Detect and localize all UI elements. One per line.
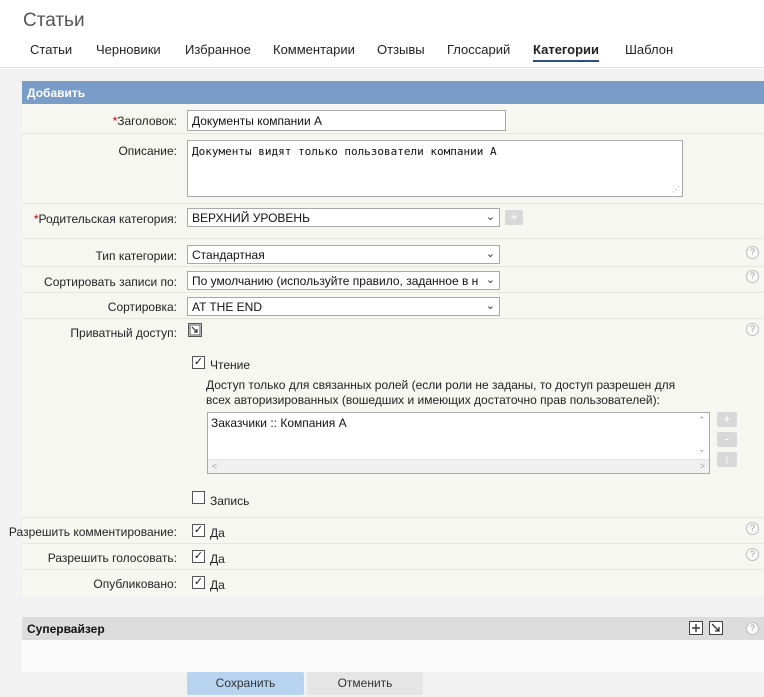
read-label: Чтение: [210, 358, 251, 372]
help-icon[interactable]: ?: [746, 548, 759, 561]
tab-reviews[interactable]: Отзывы: [377, 42, 425, 57]
move-down-button[interactable]: ↓: [717, 452, 737, 467]
parent-category-select[interactable]: ВЕРХНИЙ УРОВЕНЬ ⌄: [187, 208, 500, 227]
description-textarea[interactable]: Документы видят только пользователи комп…: [187, 140, 683, 197]
row-divider: [22, 266, 764, 267]
page-header: Статьи Статьи Черновики Избранное Коммен…: [0, 0, 764, 68]
role-item[interactable]: Заказчики :: Компания А: [211, 416, 347, 430]
horizontal-scrollbar[interactable]: < >: [208, 459, 709, 473]
description-text: Документы видят только пользователи комп…: [192, 145, 497, 158]
private-access-label: Приватный доступ:: [70, 326, 177, 340]
help-icon[interactable]: ?: [746, 246, 759, 259]
row-divider: [22, 133, 764, 134]
chevron-down-icon: ⌄: [485, 248, 495, 260]
save-button[interactable]: Сохранить: [187, 672, 304, 695]
row-divider: [22, 318, 764, 319]
roles-listbox[interactable]: Заказчики :: Компания А ⌃ ⌄ < >: [207, 412, 710, 474]
private-access-hint: Доступ только для связанных ролей (если …: [206, 378, 676, 407]
allow-comments-option: Да: [210, 526, 225, 540]
help-icon[interactable]: ?: [746, 522, 759, 535]
category-type-select[interactable]: Стандартная ⌄: [187, 245, 500, 264]
tab-glossary[interactable]: Глоссарий: [447, 42, 510, 57]
help-icon[interactable]: ?: [746, 622, 759, 635]
edit-supervisor-icon[interactable]: [709, 621, 723, 635]
help-icon[interactable]: ?: [746, 323, 759, 336]
tab-articles[interactable]: Статьи: [30, 42, 72, 57]
supervisor-section-header: Супервайзер: [22, 617, 764, 640]
supervisor-body: [22, 640, 764, 672]
allow-comments-label: Разрешить комментирование:: [8, 525, 177, 539]
read-checkbox[interactable]: ✓: [192, 356, 205, 369]
row-divider: [22, 203, 764, 204]
page-title: Статьи: [23, 10, 85, 31]
category-type-label: Тип категории:: [95, 249, 178, 263]
parent-category-label: *Родительская категория:: [33, 212, 177, 226]
sort-records-label: Сортировать записи по:: [44, 275, 177, 289]
scroll-up-icon[interactable]: ⌃: [698, 415, 706, 426]
row-divider: [22, 543, 764, 544]
allow-voting-option: Да: [210, 552, 225, 566]
sorting-select[interactable]: AT THE END ⌄: [187, 297, 500, 316]
chevron-down-icon: ⌄: [485, 300, 495, 312]
chevron-down-icon: ⌄: [485, 211, 495, 223]
scroll-left-icon[interactable]: <: [212, 461, 217, 471]
sorting-label: Сортировка:: [107, 300, 177, 314]
tab-comments[interactable]: Комментарии: [273, 42, 355, 57]
cancel-button[interactable]: Отменить: [307, 672, 423, 695]
supervisor-title: Супервайзер: [27, 622, 105, 636]
add-parent-category-button[interactable]: +: [505, 210, 523, 225]
remove-role-button[interactable]: -: [717, 432, 737, 447]
published-checkbox[interactable]: ✓: [192, 576, 205, 589]
add-section-header: Добавить: [22, 81, 764, 104]
vertical-scrollbar[interactable]: ⌃ ⌄: [695, 413, 709, 459]
heading-label: *Заголовок:: [112, 114, 177, 128]
write-checkbox[interactable]: [192, 491, 205, 504]
tab-categories[interactable]: Категории: [533, 42, 600, 62]
scroll-right-icon[interactable]: >: [700, 461, 705, 471]
add-role-button[interactable]: +: [717, 412, 737, 427]
published-option: Да: [210, 578, 225, 592]
allow-voting-checkbox[interactable]: ✓: [192, 550, 205, 563]
edit-access-icon[interactable]: [188, 323, 202, 337]
chevron-down-icon: ⌄: [485, 274, 495, 286]
row-divider: [22, 517, 764, 518]
tab-favorites[interactable]: Избранное: [185, 42, 251, 57]
allow-voting-label: Разрешить голосовать:: [47, 551, 177, 565]
add-supervisor-icon[interactable]: [689, 621, 703, 635]
allow-comments-checkbox[interactable]: ✓: [192, 524, 205, 537]
heading-input[interactable]: Документы компании А: [187, 110, 506, 131]
row-divider: [22, 292, 764, 293]
tab-drafts[interactable]: Черновики: [96, 42, 161, 57]
scroll-down-icon[interactable]: ⌄: [698, 444, 706, 455]
description-label: Описание:: [118, 144, 177, 158]
write-label: Запись: [210, 494, 250, 508]
row-divider: [22, 238, 764, 239]
resize-grip-icon[interactable]: ⋰: [672, 186, 680, 194]
sort-records-select[interactable]: По умолчанию (используйте правило, задан…: [187, 271, 500, 290]
help-icon[interactable]: ?: [746, 270, 759, 283]
published-label: Опубликовано:: [93, 577, 177, 591]
row-divider: [22, 569, 764, 570]
tab-template[interactable]: Шаблон: [625, 42, 673, 57]
